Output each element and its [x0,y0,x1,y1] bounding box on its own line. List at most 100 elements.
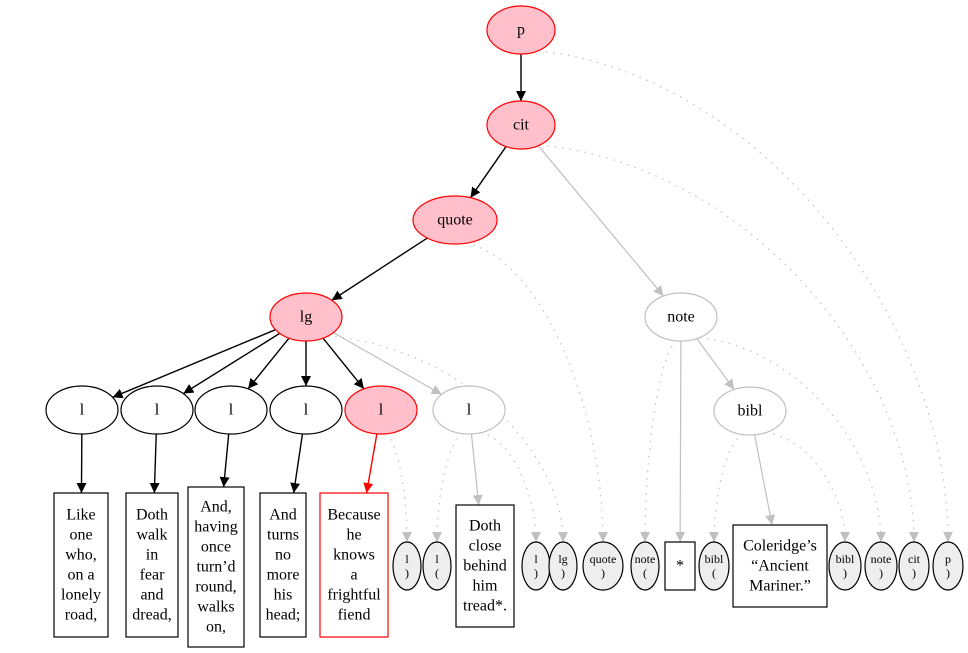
node-label: note [667,309,695,326]
node-note[interactable]: note [644,292,718,342]
node-label: And, [200,499,232,516]
node-label: Because [327,507,380,524]
node-label: cit [908,552,921,566]
edge-lg-to-l6 [333,332,442,395]
node-t6[interactable]: Doth close behind him tread*. [455,504,515,628]
node-label: quote [437,212,473,229]
node-m7[interactable]: bibl( [698,541,730,591]
edge-note-to-bibl [696,338,735,390]
node-label: no [275,547,291,564]
node-l2[interactable]: l [120,385,194,435]
node-lg[interactable]: lg [269,292,343,342]
node-label: l [155,402,160,419]
node-m11[interactable]: p) [932,541,964,591]
nodes-layer: p cit quote lg l l l l l l note bibl Like one who, on a… [45,5,964,648]
node-bibl[interactable]: bibl [713,386,787,436]
edge-l5-to-m1 [385,433,412,543]
node-label: ( [712,566,716,580]
node-t7[interactable]: * [664,541,696,591]
node-label: l [467,402,472,419]
node-t5[interactable]: Because he knows a frightful fiend [319,492,389,638]
node-m6[interactable]: note( [630,541,660,591]
node-label: ) [601,566,605,580]
tree-diagram: p cit quote lg l l l l l l note bibl Like one who, on a… [45,5,964,648]
node-label: fear [140,567,166,584]
node-m5[interactable]: quote) [582,541,624,591]
edge-note-to-m6 [640,340,678,543]
edge-l4-to-t4 [290,433,304,494]
node-label: turn’d [196,559,235,576]
node-t2[interactable]: Doth walk in fear and dread, [125,492,179,638]
edge-lg-to-l5 [322,337,365,390]
node-t1[interactable]: Like one who, on a lonely road, [53,492,109,638]
node-label: ) [405,566,409,580]
node-label: ) [843,566,847,580]
node-t8[interactable]: Coleridge’s “Ancient Mariner.” [732,524,828,608]
node-quote[interactable]: quote [412,195,498,245]
node-l6[interactable]: l [432,385,506,435]
node-label: ) [879,566,883,580]
edge-quote-to-lg [331,237,428,301]
edge-cit-to-m10 [539,144,919,543]
node-m9[interactable]: note) [864,541,898,591]
node-label: cit [513,117,530,134]
node-l4[interactable]: l [269,385,343,435]
node-label: having [194,519,238,536]
node-label: on, [206,619,226,636]
node-m8[interactable]: bibl) [828,541,862,591]
node-cit[interactable]: cit [486,100,556,150]
node-label: Like [66,507,95,524]
edge-l2-to-t2 [149,433,160,494]
node-label: ) [912,566,916,580]
node-label: quote [590,552,617,566]
node-label: Doth [469,518,501,535]
node-label: one [69,527,92,544]
node-label: ( [435,566,439,580]
node-label: behind [463,558,507,575]
node-m1[interactable]: l) [392,541,422,591]
node-label: lg [558,552,567,566]
node-label: bibl [705,552,724,566]
node-label: walks [197,599,234,616]
node-label: fiend [338,607,371,624]
node-label: knows [333,547,375,564]
node-m2[interactable]: l( [422,541,452,591]
node-label: bibl [836,552,855,566]
node-m10[interactable]: cit) [898,541,930,591]
node-m3[interactable]: l) [521,541,551,591]
node-label: l [379,402,384,419]
node-label: l [229,402,234,419]
node-label: a [350,567,357,584]
edge-l3-to-t3 [219,433,230,488]
node-t3[interactable]: And, having once turn’d round, walks on, [187,486,245,648]
node-l3[interactable]: l [194,385,268,435]
node-label: p [945,552,951,566]
node-label: him [473,578,498,595]
node-m4[interactable]: lg) [548,541,578,591]
node-label: dread, [132,607,172,624]
node-label: his [274,587,293,604]
node-label: Doth [136,507,168,524]
node-label: turns [267,527,299,544]
edge-cit-to-quote [469,146,507,199]
node-label: note [635,552,656,566]
node-label: frightful [327,587,381,604]
node-label: ) [534,566,538,580]
node-label: round, [195,579,236,596]
node-t4[interactable]: And turns no more his head; [259,492,307,638]
node-l1[interactable]: l [45,385,119,435]
node-label: close [469,538,502,555]
node-l5[interactable]: l [344,385,418,435]
node-label: tread*. [463,598,507,615]
edge-cit-to-note [537,145,664,297]
edge-note-to-m9 [699,337,886,543]
node-label: in [146,547,158,564]
node-label: road, [65,607,97,624]
node-label: Coleridge’s [743,538,817,555]
node-label: bibl [738,403,763,420]
node-label: ) [561,566,565,580]
node-p[interactable]: p [486,5,556,55]
node-label: lg [300,309,312,326]
node-label: Mariner.” [749,578,811,595]
node-label: l [304,402,309,419]
